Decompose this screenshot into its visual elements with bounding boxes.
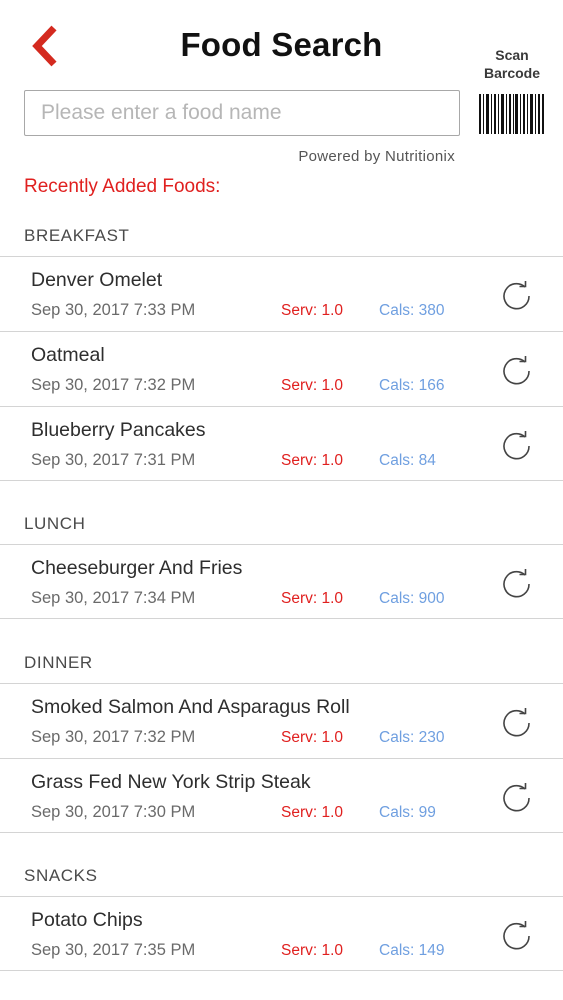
refresh-icon[interactable] [500,354,534,388]
food-calories: Cals: 149 [379,942,445,959]
powered-by-text: Powered by Nutritionix [298,148,455,165]
food-row[interactable]: Cheeseburger And Fries Sep 30, 2017 7:34… [0,544,563,619]
food-row[interactable]: Oatmeal Sep 30, 2017 7:32 PM Serv: 1.0 C… [0,331,563,406]
food-name: Cheeseburger And Fries [31,557,243,579]
scan-barcode-button[interactable]: Scan Barcode [470,46,558,134]
food-row[interactable]: Grass Fed New York Strip Steak Sep 30, 2… [0,758,563,833]
food-calories: Cals: 380 [379,302,445,319]
food-row[interactable]: Denver Omelet Sep 30, 2017 7:33 PM Serv:… [0,256,563,331]
food-calories: Cals: 900 [379,590,445,607]
food-date: Sep 30, 2017 7:31 PM [31,451,196,469]
food-servings: Serv: 1.0 [281,302,344,319]
food-date: Sep 30, 2017 7:30 PM [31,803,196,821]
food-name: Blueberry Pancakes [31,419,206,441]
food-servings: Serv: 1.0 [281,804,344,821]
food-name: Potato Chips [31,909,143,931]
food-calories: Cals: 230 [379,729,445,746]
section-header-lunch: LUNCH [24,514,86,533]
refresh-icon[interactable] [500,567,534,601]
food-search-input[interactable] [24,90,460,136]
food-date: Sep 30, 2017 7:33 PM [31,301,196,319]
food-calories: Cals: 99 [379,804,436,821]
refresh-icon[interactable] [500,706,534,740]
food-servings: Serv: 1.0 [281,590,344,607]
barcode-icon [479,94,544,134]
food-date: Sep 30, 2017 7:32 PM [31,728,196,746]
section-header-breakfast: BREAKFAST [24,226,130,245]
refresh-icon[interactable] [500,781,534,815]
header: Food Search Scan Barcode [0,0,563,134]
food-name: Oatmeal [31,344,105,366]
food-servings: Serv: 1.0 [281,729,344,746]
food-calories: Cals: 84 [379,452,436,469]
scan-barcode-label: Scan Barcode [483,47,541,81]
food-date: Sep 30, 2017 7:34 PM [31,589,196,607]
food-row[interactable]: Blueberry Pancakes Sep 30, 2017 7:31 PM … [0,406,563,481]
food-date: Sep 30, 2017 7:32 PM [31,376,196,394]
food-date: Sep 30, 2017 7:35 PM [31,941,196,959]
food-row[interactable]: Potato Chips Sep 30, 2017 7:35 PM Serv: … [0,896,563,971]
refresh-icon[interactable] [500,919,534,953]
recently-added-heading: Recently Added Foods: [24,176,221,197]
food-servings: Serv: 1.0 [281,377,344,394]
food-name: Grass Fed New York Strip Steak [31,771,311,793]
food-name: Denver Omelet [31,269,163,291]
section-header-snacks: SNACKS [24,866,98,885]
food-search-screen: Food Search Scan Barcode Please enter a … [0,0,563,1000]
food-servings: Serv: 1.0 [281,942,344,959]
food-calories: Cals: 166 [379,377,445,394]
refresh-icon[interactable] [500,279,534,313]
food-name: Smoked Salmon And Asparagus Roll [31,696,350,718]
section-header-dinner: DINNER [24,653,93,672]
food-servings: Serv: 1.0 [281,452,344,469]
food-row[interactable]: Smoked Salmon And Asparagus Roll Sep 30,… [0,683,563,758]
refresh-icon[interactable] [500,429,534,463]
